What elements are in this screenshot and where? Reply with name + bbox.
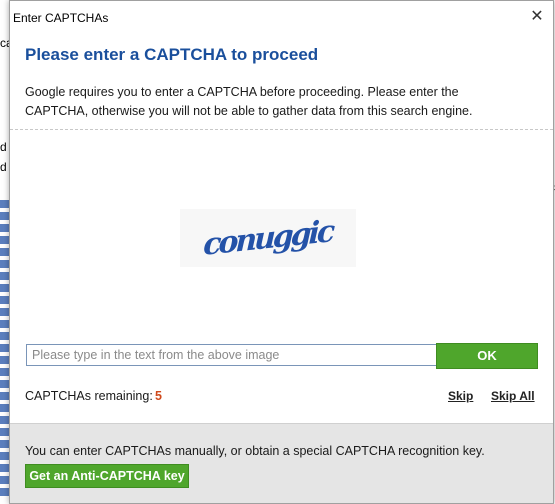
background-row-marker — [0, 428, 9, 436]
skip-link[interactable]: Skip — [448, 389, 473, 403]
background-row-marker — [0, 452, 9, 460]
background-row-marker — [0, 296, 9, 304]
background-row-marker — [0, 380, 9, 388]
skip-all-link[interactable]: Skip All — [491, 389, 535, 403]
captchas-remaining-count: 5 — [155, 389, 162, 403]
captcha-input[interactable] — [26, 344, 437, 366]
background-row-marker — [0, 320, 9, 328]
background-row-marker — [0, 440, 9, 448]
page-title: Please enter a CAPTCHA to proceed — [25, 45, 319, 64]
captchas-remaining-label: CAPTCHAs remaining: — [25, 389, 153, 403]
background-row-marker — [0, 356, 9, 364]
ok-button[interactable]: OK — [436, 343, 538, 369]
background-row-marker — [0, 392, 9, 400]
captcha-image: conuggic — [180, 209, 356, 267]
background-row-marker — [0, 212, 9, 220]
dialog-titlebar[interactable]: Enter CAPTCHAs ✕ — [10, 1, 553, 33]
background-row-marker — [0, 248, 9, 256]
captcha-image-text: conuggic — [202, 213, 334, 263]
background-row-marker — [0, 344, 9, 352]
background-text-fragment: d — [0, 140, 7, 154]
background-row-marker — [0, 284, 9, 292]
background-row-marker — [0, 260, 9, 268]
background-row-marker — [0, 332, 9, 340]
background-row-marker — [0, 236, 9, 244]
divider — [10, 129, 553, 130]
footer-info-text: You can enter CAPTCHAs manually, or obta… — [25, 444, 485, 458]
get-anti-captcha-key-button[interactable]: Get an Anti-CAPTCHA key — [25, 464, 189, 488]
background-row-marker — [0, 416, 9, 424]
background-row-marker — [0, 404, 9, 412]
background-row-marker — [0, 272, 9, 280]
captcha-description: Google requires you to enter a CAPTCHA b… — [25, 85, 473, 118]
background-row-marker — [0, 464, 9, 472]
background-row-marker — [0, 308, 9, 316]
captcha-dialog: Enter CAPTCHAs ✕ Please enter a CAPTCHA … — [9, 0, 554, 504]
background-row-marker — [0, 488, 9, 496]
background-row-marker — [0, 224, 9, 232]
close-button[interactable]: ✕ — [527, 7, 547, 27]
background-text-fragment: d — [0, 160, 7, 174]
background-row-marker — [0, 476, 9, 484]
dialog-title: Enter CAPTCHAs — [13, 11, 109, 25]
close-icon: ✕ — [530, 8, 544, 25]
background-row-marker — [0, 368, 9, 376]
background-row-marker — [0, 200, 9, 208]
dialog-footer: You can enter CAPTCHAs manually, or obta… — [10, 423, 553, 503]
